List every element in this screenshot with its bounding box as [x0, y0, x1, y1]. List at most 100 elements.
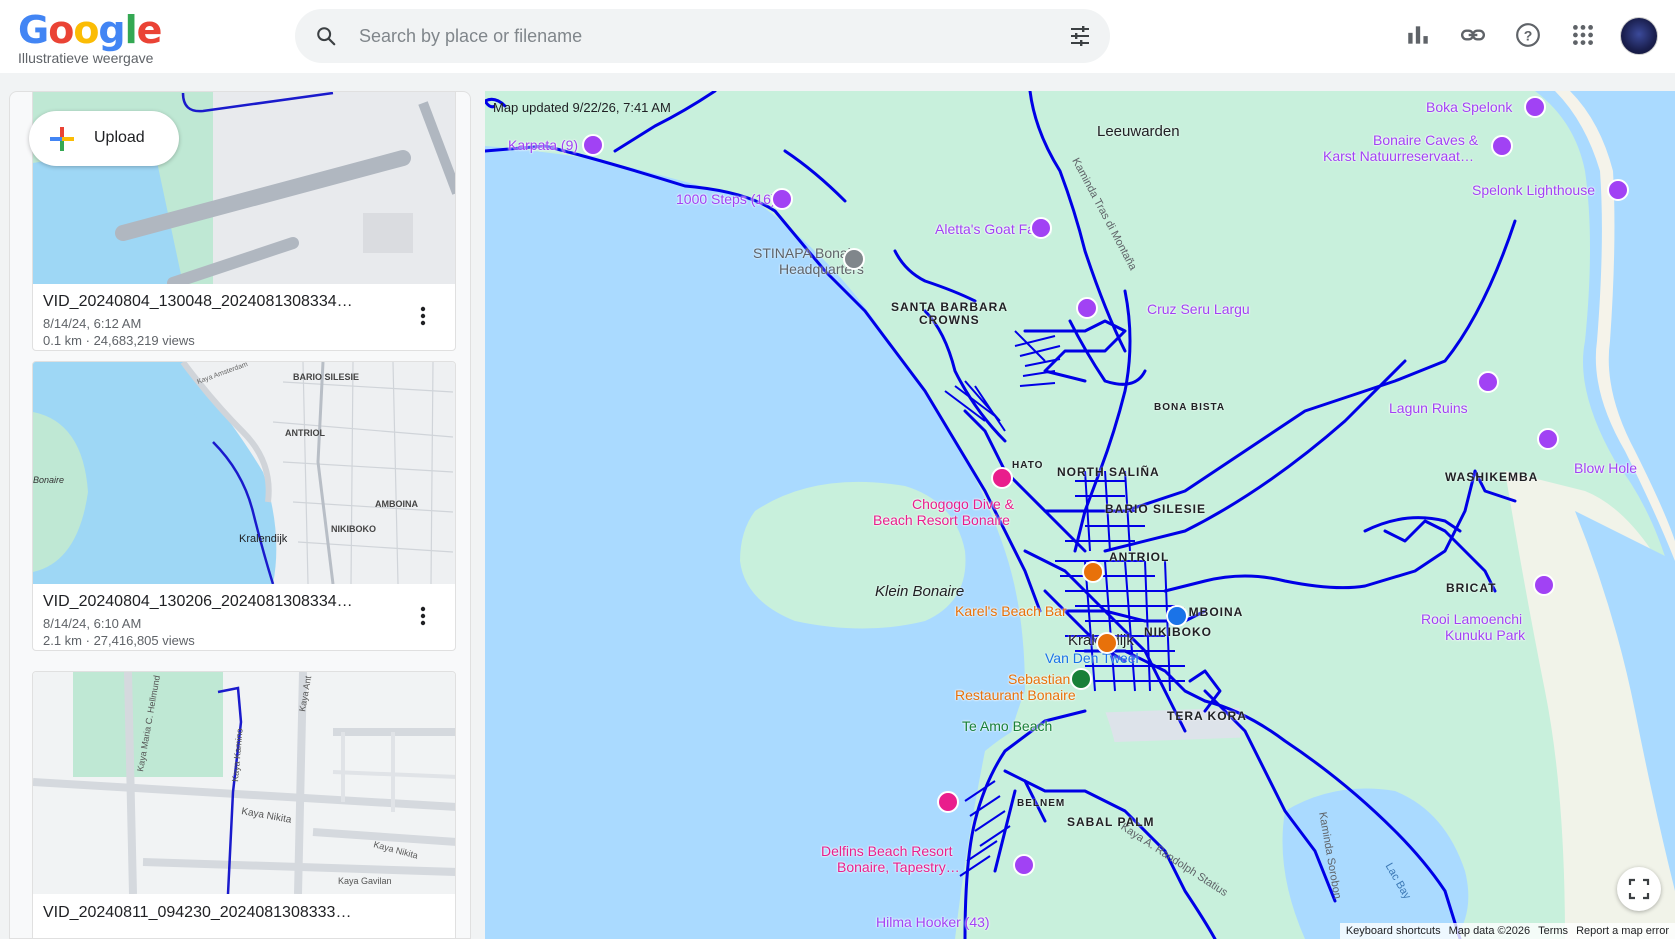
bar-chart-icon[interactable] [1405, 22, 1431, 48]
report-error-link[interactable]: Report a map error [1576, 925, 1669, 937]
map-label: SABAL PALM [1067, 815, 1155, 829]
park-marker-icon[interactable] [1070, 668, 1092, 690]
thumb-label-amboina: AMBOINA [375, 499, 418, 509]
link-icon[interactable] [1460, 22, 1486, 48]
fullscreen-icon [1628, 878, 1650, 900]
video-title[interactable]: VID_20240804_130206_2024081308334… [43, 593, 393, 611]
thumb-label-nikiboko: NIKIBOKO [331, 524, 376, 534]
logo-letter: o [73, 8, 99, 52]
video-title[interactable]: VID_20240804_130048_2024081308334… [43, 293, 393, 311]
camera-marker-icon[interactable] [1477, 371, 1499, 393]
video-date: 8/14/24, 6:12 AM [43, 316, 142, 331]
map-label[interactable]: Lagun Ruins [1389, 400, 1468, 416]
map-label: Klein Bonaire [875, 583, 965, 600]
upload-button[interactable]: Upload [29, 111, 179, 166]
map-label[interactable]: Van Den Tweel [1045, 650, 1139, 666]
map-label[interactable]: Rooi Lamoenchi [1421, 611, 1522, 627]
camera-marker-icon[interactable] [1537, 428, 1559, 450]
upload-label: Upload [94, 129, 145, 146]
map-label[interactable]: Kunuku Park [1445, 627, 1525, 643]
map-footer: Keyboard shortcuts Map data ©2026 Terms … [1339, 923, 1675, 939]
museum-marker-icon[interactable] [1491, 135, 1513, 157]
map-label: ANTRIOL [1109, 550, 1170, 564]
map-label: TERA KORA [1167, 709, 1247, 723]
camera-marker-icon[interactable] [1076, 297, 1098, 319]
map-view[interactable]: Map updated 9/22/26, 7:41 AM Leeuwarden … [485, 91, 1675, 939]
map-label[interactable]: Karpata (9) [508, 137, 578, 153]
map-label: WASHIKEMBA [1445, 470, 1539, 484]
map-label[interactable]: 1000 Steps (16) [676, 191, 776, 207]
map-label: BELNEM [1017, 798, 1066, 809]
app-header: Google Illustratieve weergave ? [0, 0, 1675, 73]
video-date: 8/14/24, 6:10 AM [43, 616, 142, 631]
google-logo[interactable]: Google [18, 8, 163, 52]
video-stats: 2.1 km · 27,416,805 views [43, 633, 195, 648]
map-updated-timestamp: Map updated 9/22/26, 7:41 AM [493, 100, 671, 115]
svg-text:?: ? [1524, 27, 1533, 43]
search-bar[interactable] [295, 9, 1110, 63]
map-data-attribution: Map data ©2026 [1448, 925, 1531, 937]
logo-letter: g [98, 8, 125, 52]
account-avatar[interactable] [1620, 17, 1658, 55]
camera-marker-icon[interactable] [1013, 854, 1035, 876]
map-label[interactable]: Te Amo Beach [962, 718, 1052, 734]
video-thumbnail[interactable]: BARIO SILESIE ANTRIOL AMBOINA NIKIBOKO K… [33, 362, 456, 584]
video-card[interactable]: BARIO SILESIE ANTRIOL AMBOINA NIKIBOKO K… [32, 361, 456, 651]
map-label[interactable]: Hilma Hooker (43) [876, 914, 990, 930]
map-label[interactable]: Bonaire Caves & [1373, 132, 1478, 148]
restaurant-marker-icon[interactable] [1082, 561, 1104, 583]
map-label[interactable]: Chogogo Dive & [912, 496, 1014, 512]
map-label[interactable]: Spelonk Lighthouse [1472, 182, 1595, 198]
video-card[interactable]: Kaya Maria C. Hellmund Kaya Kamino Kaya … [32, 671, 456, 938]
museum-marker-icon[interactable] [1607, 179, 1629, 201]
map-label: HATO [1012, 460, 1044, 471]
recenter-button[interactable] [1617, 867, 1661, 911]
map-label: Leeuwarden [1097, 123, 1180, 140]
search-icon[interactable] [315, 25, 337, 47]
video-list-panel[interactable]: Upload VID_20240804_130048_2024081308334… [9, 91, 471, 939]
camera-marker-icon[interactable] [771, 188, 793, 210]
thumb-label-bonaire: Bonaire [33, 475, 64, 485]
map-label[interactable]: Restaurant Bonaire [955, 687, 1076, 703]
map-label: SANTA BARBARA [891, 300, 1008, 314]
help-icon[interactable]: ? [1515, 22, 1541, 48]
video-title[interactable]: VID_20240811_094230_2024081308333… [43, 904, 393, 922]
camera-marker-icon[interactable] [1030, 217, 1052, 239]
shopping-cart-marker-icon[interactable] [1166, 605, 1188, 627]
apps-grid-icon[interactable] [1570, 22, 1596, 48]
video-stats: 0.1 km · 24,683,219 views [43, 333, 195, 348]
filter-sliders-icon[interactable] [1068, 24, 1092, 48]
museum-marker-icon[interactable] [1533, 574, 1555, 596]
logo-letter: e [136, 8, 163, 52]
thumb-road-label: Kaya Gavilan [338, 876, 392, 886]
map-label[interactable]: Karel's Beach Bar [955, 603, 1067, 619]
map-label[interactable]: Blow Hole [1574, 460, 1637, 476]
map-label[interactable]: Bonaire, Tapestry… [837, 859, 960, 875]
map-canvas[interactable] [485, 91, 1675, 939]
logo-letter: G [18, 8, 49, 52]
more-options-icon[interactable] [411, 304, 435, 328]
hotel-marker-icon[interactable] [991, 467, 1013, 489]
hotel-marker-icon[interactable] [937, 791, 959, 813]
camera-marker-icon[interactable] [582, 134, 604, 156]
keyboard-shortcuts-link[interactable]: Keyboard shortcuts [1346, 925, 1441, 937]
thumb-label-antriol: ANTRIOL [285, 428, 325, 438]
map-label[interactable]: Karst Natuurreservaat… [1323, 148, 1474, 164]
map-label[interactable]: Beach Resort Bonaire [873, 512, 1010, 528]
map-label: CROWNS [919, 313, 980, 327]
location-pin-icon[interactable] [843, 248, 865, 270]
logo-letter: l [124, 8, 138, 52]
more-options-icon[interactable] [411, 604, 435, 628]
thumb-label-kralendijk: Kralendijk [239, 533, 288, 545]
museum-marker-icon[interactable] [1524, 96, 1546, 118]
map-label[interactable]: Delfins Beach Resort [821, 843, 953, 859]
app-subtitle: Illustratieve weergave [18, 50, 154, 66]
map-label[interactable]: Boka Spelonk [1426, 99, 1512, 115]
restaurant-marker-icon[interactable] [1096, 632, 1118, 654]
map-label: AMBOINA [1179, 605, 1244, 619]
video-thumbnail[interactable]: Kaya Maria C. Hellmund Kaya Kamino Kaya … [33, 672, 456, 894]
search-input[interactable] [359, 21, 1009, 51]
map-label[interactable]: Cruz Seru Largu [1147, 301, 1250, 317]
logo-letter: o [48, 8, 74, 52]
terms-link[interactable]: Terms [1538, 925, 1568, 937]
